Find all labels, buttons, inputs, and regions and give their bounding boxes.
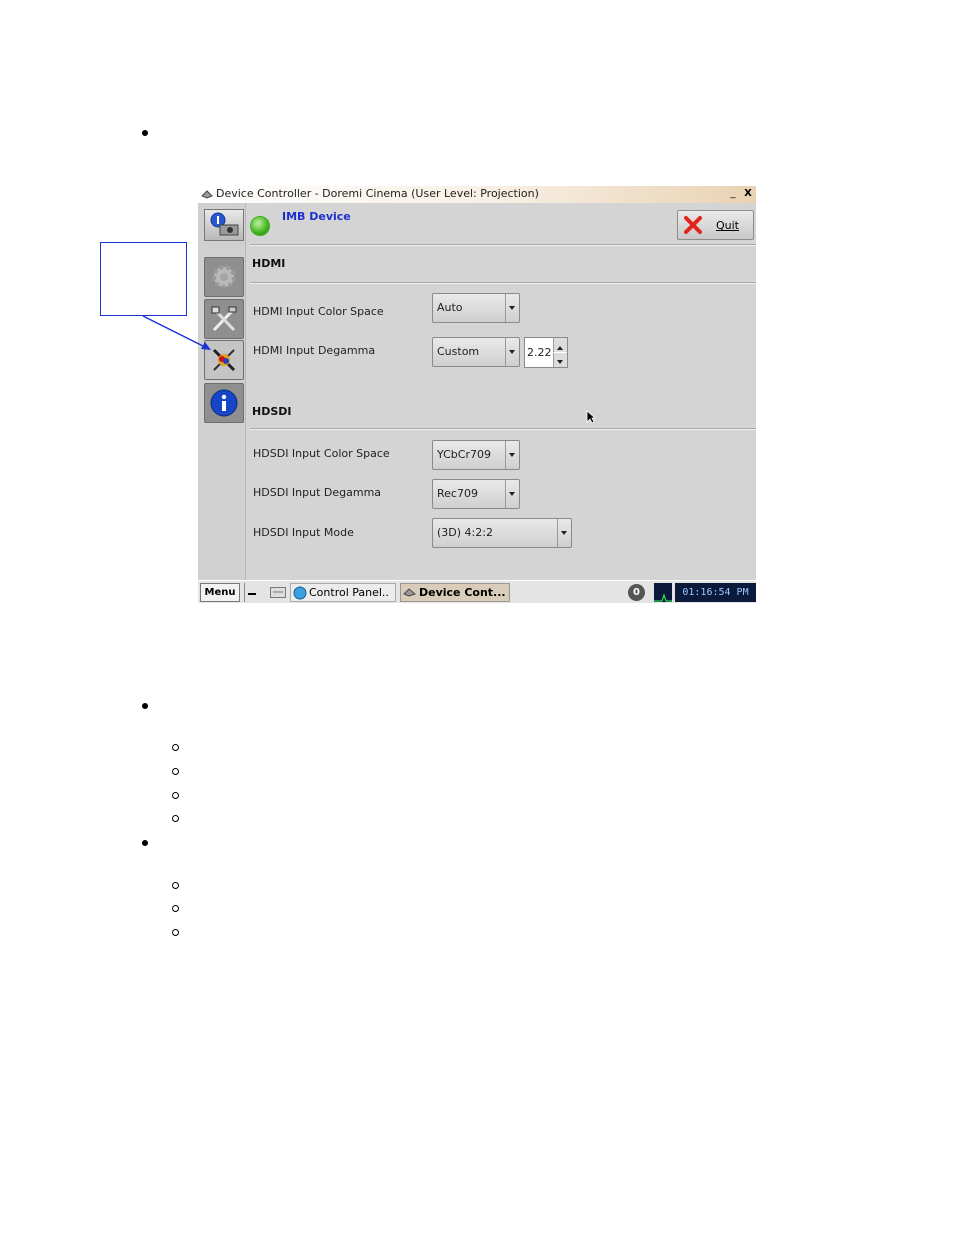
notification-badge[interactable]: 0: [628, 584, 645, 601]
spin-up-button[interactable]: [553, 338, 567, 352]
control-panel-icon: [293, 586, 307, 600]
sidebar-item-info[interactable]: [204, 383, 244, 423]
hdmi-color-space-value: Auto: [437, 301, 463, 314]
close-icon: [684, 216, 702, 234]
hdmi-degamma-select[interactable]: Custom: [432, 337, 520, 367]
arrow-down-icon: [557, 360, 563, 364]
hdmi-degamma-label: HDMI Input Degamma: [253, 344, 376, 357]
device-controller-window: Device Controller - Doremi Cinema (User …: [198, 186, 756, 603]
window-title: Device Controller - Doremi Cinema (User …: [216, 187, 539, 200]
hdmi-color-space-select[interactable]: Auto: [432, 293, 520, 323]
info-icon: [210, 389, 238, 417]
chevron-down-icon: [505, 441, 519, 469]
sub-bullet-6: [172, 905, 179, 912]
hdsdi-divider: [250, 428, 756, 430]
sub-bullet-5: [172, 882, 179, 889]
sidebar-item-tools[interactable]: [204, 299, 244, 339]
keyboard-icon: [270, 587, 286, 598]
chevron-down-icon: [557, 519, 571, 547]
hdsdi-mode-value: (3D) 4:2:2: [437, 526, 493, 539]
device-controller-icon: [403, 588, 417, 597]
hdmi-degamma-custom-value: 2.22: [527, 346, 552, 359]
mouse-cursor-icon: [586, 410, 596, 424]
hdsdi-section-title: HDSDI: [252, 405, 292, 418]
device-status-led: [250, 216, 270, 236]
minimize-button[interactable]: _: [727, 188, 739, 200]
title-bar[interactable]: Device Controller - Doremi Cinema (User …: [198, 186, 756, 203]
device-selector-button[interactable]: [204, 209, 244, 241]
sidebar-item-settings[interactable]: [204, 257, 244, 297]
taskbar-menu-button[interactable]: Menu: [200, 583, 240, 602]
show-desktop-button[interactable]: [244, 583, 260, 602]
sub-bullet-4: [172, 815, 179, 822]
quit-button[interactable]: Quit: [677, 210, 754, 240]
keyboard-button[interactable]: [268, 583, 288, 602]
taskbar-task-device-controller[interactable]: Device Cont...: [400, 583, 510, 602]
hdsdi-mode-label: HDSDI Input Mode: [253, 526, 354, 539]
sub-bullet-3: [172, 792, 179, 799]
hdmi-divider: [250, 282, 756, 284]
chevron-down-icon: [505, 294, 519, 322]
quit-label: Quit: [716, 219, 739, 232]
bullet-1: [142, 130, 148, 136]
hdmi-color-space-label: HDMI Input Color Space: [253, 305, 384, 318]
device-icon: [210, 212, 239, 236]
hdsdi-mode-select[interactable]: (3D) 4:2:2: [432, 518, 572, 548]
hdmi-degamma-spinbox[interactable]: 2.22: [524, 337, 568, 368]
sub-bullet-1: [172, 744, 179, 751]
device-name: IMB Device: [282, 210, 351, 223]
hdsdi-color-space-select[interactable]: YCbCr709: [432, 440, 520, 470]
device-controller-task-label: Device Cont...: [419, 586, 506, 599]
hdmi-section-title: HDMI: [252, 257, 286, 270]
sub-bullet-7: [172, 929, 179, 936]
hdmi-degamma-value: Custom: [437, 345, 480, 358]
chevron-down-icon: [505, 338, 519, 366]
hdsdi-degamma-value: Rec709: [437, 487, 478, 500]
hdsdi-degamma-label: HDSDI Input Degamma: [253, 486, 382, 499]
tools-icon: [211, 306, 237, 332]
cpu-monitor: [654, 583, 672, 602]
taskbar-task-control-panel[interactable]: Control Panel..: [290, 583, 396, 602]
sidebar-item-color[interactable]: [204, 340, 244, 380]
cpu-graph-icon: [654, 593, 672, 602]
color-calibration-icon: [212, 348, 236, 372]
spin-down-button[interactable]: [553, 353, 567, 367]
app-icon: [201, 190, 213, 199]
hdsdi-color-space-label: HDSDI Input Color Space: [253, 447, 390, 460]
arrow-up-icon: [557, 346, 563, 350]
hdsdi-color-space-value: YCbCr709: [437, 448, 491, 461]
hdsdi-degamma-select[interactable]: Rec709: [432, 479, 520, 509]
taskbar: Menu Control Panel.. Device Cont... 0 01…: [198, 580, 756, 603]
settings-gear-icon: [212, 265, 236, 289]
bullet-3: [142, 840, 148, 846]
sub-bullet-2: [172, 768, 179, 775]
callout-box: [100, 242, 187, 316]
header-divider: [250, 244, 756, 246]
chevron-down-icon: [505, 480, 519, 508]
close-button[interactable]: X: [742, 188, 754, 200]
taskbar-clock: 01:16:54 PM: [675, 583, 756, 602]
bullet-2: [142, 703, 148, 709]
control-panel-task-label: Control Panel..: [309, 586, 389, 599]
